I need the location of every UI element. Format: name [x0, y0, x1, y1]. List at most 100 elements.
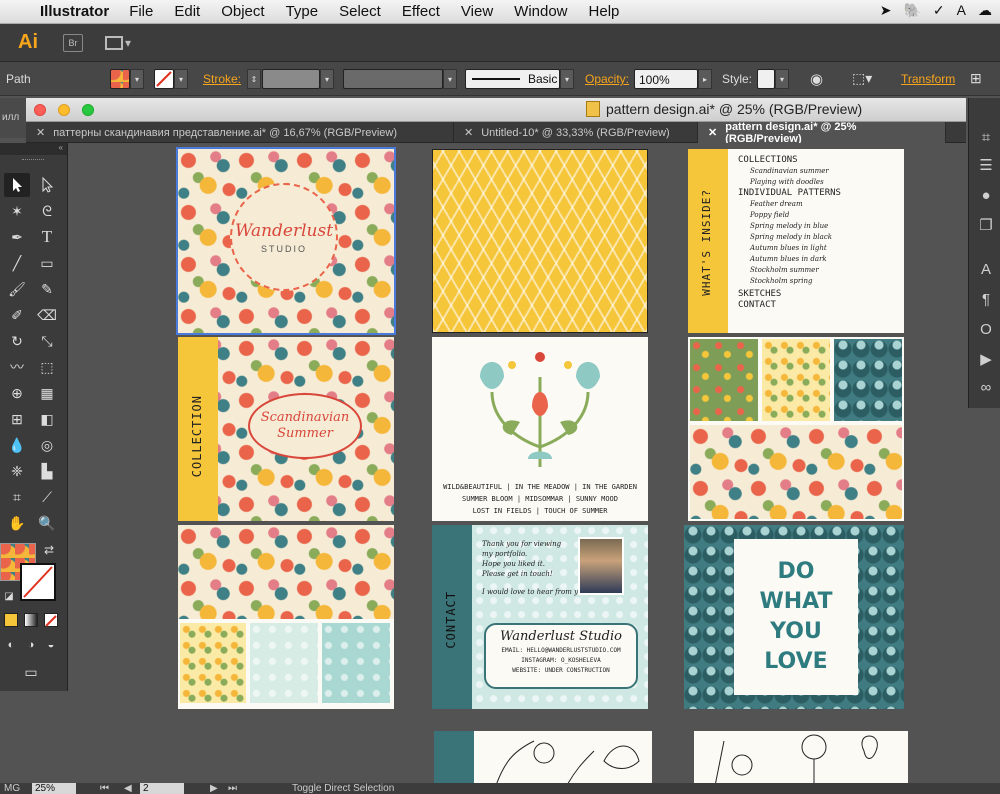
stroke-weight-dropdown[interactable]: ▾ [320, 69, 334, 89]
layers-panel-icon[interactable]: ❐ [977, 216, 995, 234]
menu-help[interactable]: Help [589, 3, 620, 20]
bridge-button[interactable]: Br [63, 33, 83, 52]
artboard-motif[interactable]: WILD&BEAUTIFUL | IN THE MEADOW | IN THE … [432, 337, 648, 521]
zoom-field[interactable]: 25% [32, 783, 76, 794]
symbol-sprayer-tool-icon[interactable]: ❈ [4, 459, 30, 483]
location-icon[interactable]: ➤ [880, 2, 892, 19]
next-artboard-icon[interactable]: ▶ [210, 783, 218, 794]
stroke-swatch[interactable] [154, 69, 174, 89]
artboard-collection[interactable]: COLLECTION Scandinavian Summer [178, 337, 394, 521]
pencil-tool-icon[interactable]: ✎ [34, 277, 60, 301]
close-tab-icon[interactable]: ✕ [36, 126, 45, 139]
artboard-cover[interactable]: Wanderlust STUDIO [176, 147, 396, 335]
variable-width-profile[interactable] [343, 69, 443, 89]
stroke-weight-stepper[interactable]: ⇕ [247, 69, 261, 89]
style-dropdown[interactable]: ▾ [775, 69, 789, 89]
artboard-collection-grid[interactable] [688, 337, 904, 521]
tools-panel-header[interactable]: « [0, 143, 67, 155]
free-transform-tool-icon[interactable]: ⬚ [34, 355, 60, 379]
links-panel-icon[interactable]: ∞ [977, 378, 995, 396]
transform-link[interactable]: Transform [901, 72, 955, 86]
workspace-switcher[interactable]: ▾ [105, 35, 131, 50]
tab-pattern-design[interactable]: ✕ pattern design.ai* @ 25% (RGB/Preview) [698, 121, 946, 145]
rectangle-tool-icon[interactable]: ▭ [34, 251, 60, 275]
transform-options-icon[interactable]: ⊞ [970, 70, 982, 87]
menu-edit[interactable]: Edit [174, 3, 200, 20]
direct-selection-tool-icon[interactable] [34, 173, 60, 197]
screen-mode-icon[interactable]: ▭ [18, 661, 44, 683]
tab-scandinavia[interactable]: ✕ паттерны скандинавия представление.ai*… [26, 122, 454, 143]
line-segment-tool-icon[interactable]: ╱ [4, 251, 30, 275]
adobe-icon[interactable]: A [957, 2, 966, 19]
paragraph-panel-icon[interactable]: ¶ [977, 290, 995, 308]
actions-panel-icon[interactable]: ▶ [977, 350, 995, 368]
perspective-grid-tool-icon[interactable]: ▦ [34, 381, 60, 405]
eyedropper-tool-icon[interactable]: 💧 [4, 433, 30, 457]
gradient-tool-icon[interactable]: ◧ [34, 407, 60, 431]
app-menu[interactable]: Illustrator [40, 3, 109, 20]
slice-tool-icon[interactable]: ⟋ [34, 485, 60, 509]
fill-dropdown[interactable]: ▾ [130, 69, 144, 89]
width-profile-dropdown[interactable]: ▾ [443, 69, 457, 89]
magic-wand-tool-icon[interactable]: ✶ [4, 199, 30, 223]
artboard-canvas[interactable]: Wanderlust STUDIO WHAT'S INSIDE? COLLECT… [68, 143, 968, 783]
scale-tool-icon[interactable]: ⤡ [34, 329, 60, 353]
shape-builder-tool-icon[interactable]: ⊕ [4, 381, 30, 405]
swap-fill-stroke-icon[interactable]: ⇄ [40, 541, 58, 559]
warp-tool-icon[interactable]: 〰 [4, 355, 30, 379]
panel-grip[interactable] [22, 159, 44, 162]
align-panel-icon[interactable]: ☰ [977, 156, 995, 174]
opacity-dropdown[interactable]: ▸ [698, 69, 712, 89]
recolor-artwork-icon[interactable]: ◉ [810, 70, 823, 88]
menu-type[interactable]: Type [286, 3, 319, 20]
first-artboard-icon[interactable]: ⏮ [100, 783, 109, 794]
eraser-tool-icon[interactable]: ⌫ [34, 303, 60, 327]
evernote-icon[interactable]: 🐘 [903, 2, 920, 19]
minimize-window-button[interactable] [58, 104, 70, 116]
transform-panel-icon[interactable]: ⌗ [977, 128, 995, 146]
color-mode-button[interactable] [4, 613, 18, 627]
graphic-style-swatch[interactable] [757, 69, 775, 89]
tab-untitled-10[interactable]: ✕ Untitled-10* @ 33,33% (RGB/Preview) [454, 122, 698, 143]
last-artboard-icon[interactable]: ⏭ [228, 783, 237, 794]
column-graph-tool-icon[interactable]: ▙ [34, 459, 60, 483]
artboard-sketches-2[interactable] [694, 731, 908, 783]
menu-select[interactable]: Select [339, 3, 381, 20]
stroke-color-box[interactable] [20, 563, 56, 601]
zoom-window-button[interactable] [82, 104, 94, 116]
draw-inside-icon[interactable]: ◒ [40, 635, 62, 655]
artboard-yellow-pattern[interactable] [432, 149, 648, 333]
artboard-patterns-overview[interactable] [178, 525, 394, 709]
gradient-mode-button[interactable] [24, 613, 38, 627]
artboard-contact[interactable]: CONTACT Thank you for viewing my portfol… [432, 525, 648, 709]
artboard-contents[interactable]: WHAT'S INSIDE? COLLECTIONS Scandinavian … [688, 149, 904, 333]
draw-normal-icon[interactable]: ◐ [0, 635, 22, 655]
menu-file[interactable]: File [129, 3, 153, 20]
close-tab-icon[interactable]: ✕ [464, 126, 473, 139]
paintbrush-tool-icon[interactable]: 🖌 [4, 277, 30, 301]
character-panel-icon[interactable]: A [977, 260, 995, 278]
blend-tool-icon[interactable]: ◎ [34, 433, 60, 457]
close-tab-icon[interactable]: ✕ [708, 126, 717, 139]
checkmark-icon[interactable]: ✓ [933, 2, 945, 19]
stroke-dropdown[interactable]: ▾ [174, 69, 188, 89]
artboard-tool-icon[interactable]: ⌗ [4, 485, 30, 509]
menu-effect[interactable]: Effect [402, 3, 440, 20]
previous-artboard-icon[interactable]: ◀ [124, 783, 132, 794]
draw-behind-icon[interactable]: ◑ [20, 635, 42, 655]
stroke-label[interactable]: Stroke: [203, 72, 241, 86]
lasso-tool-icon[interactable]: ᘓ [34, 199, 60, 223]
artboard-sketches-1[interactable] [434, 731, 652, 783]
menu-object[interactable]: Object [221, 3, 264, 20]
hand-tool-icon[interactable]: ✋ [4, 511, 30, 535]
rotate-tool-icon[interactable]: ↻ [4, 329, 30, 353]
menu-view[interactable]: View [461, 3, 493, 20]
mesh-tool-icon[interactable]: ⊞ [4, 407, 30, 431]
none-mode-button[interactable] [44, 613, 58, 627]
opacity-label[interactable]: Opacity: [585, 72, 629, 86]
opentype-panel-icon[interactable]: O [977, 320, 995, 338]
fill-swatch[interactable] [110, 69, 130, 89]
artboard-number-field[interactable]: 2 [140, 783, 184, 794]
pathfinder-panel-icon[interactable]: ● [977, 186, 995, 204]
align-icon[interactable]: ⬚▾ [852, 70, 872, 87]
